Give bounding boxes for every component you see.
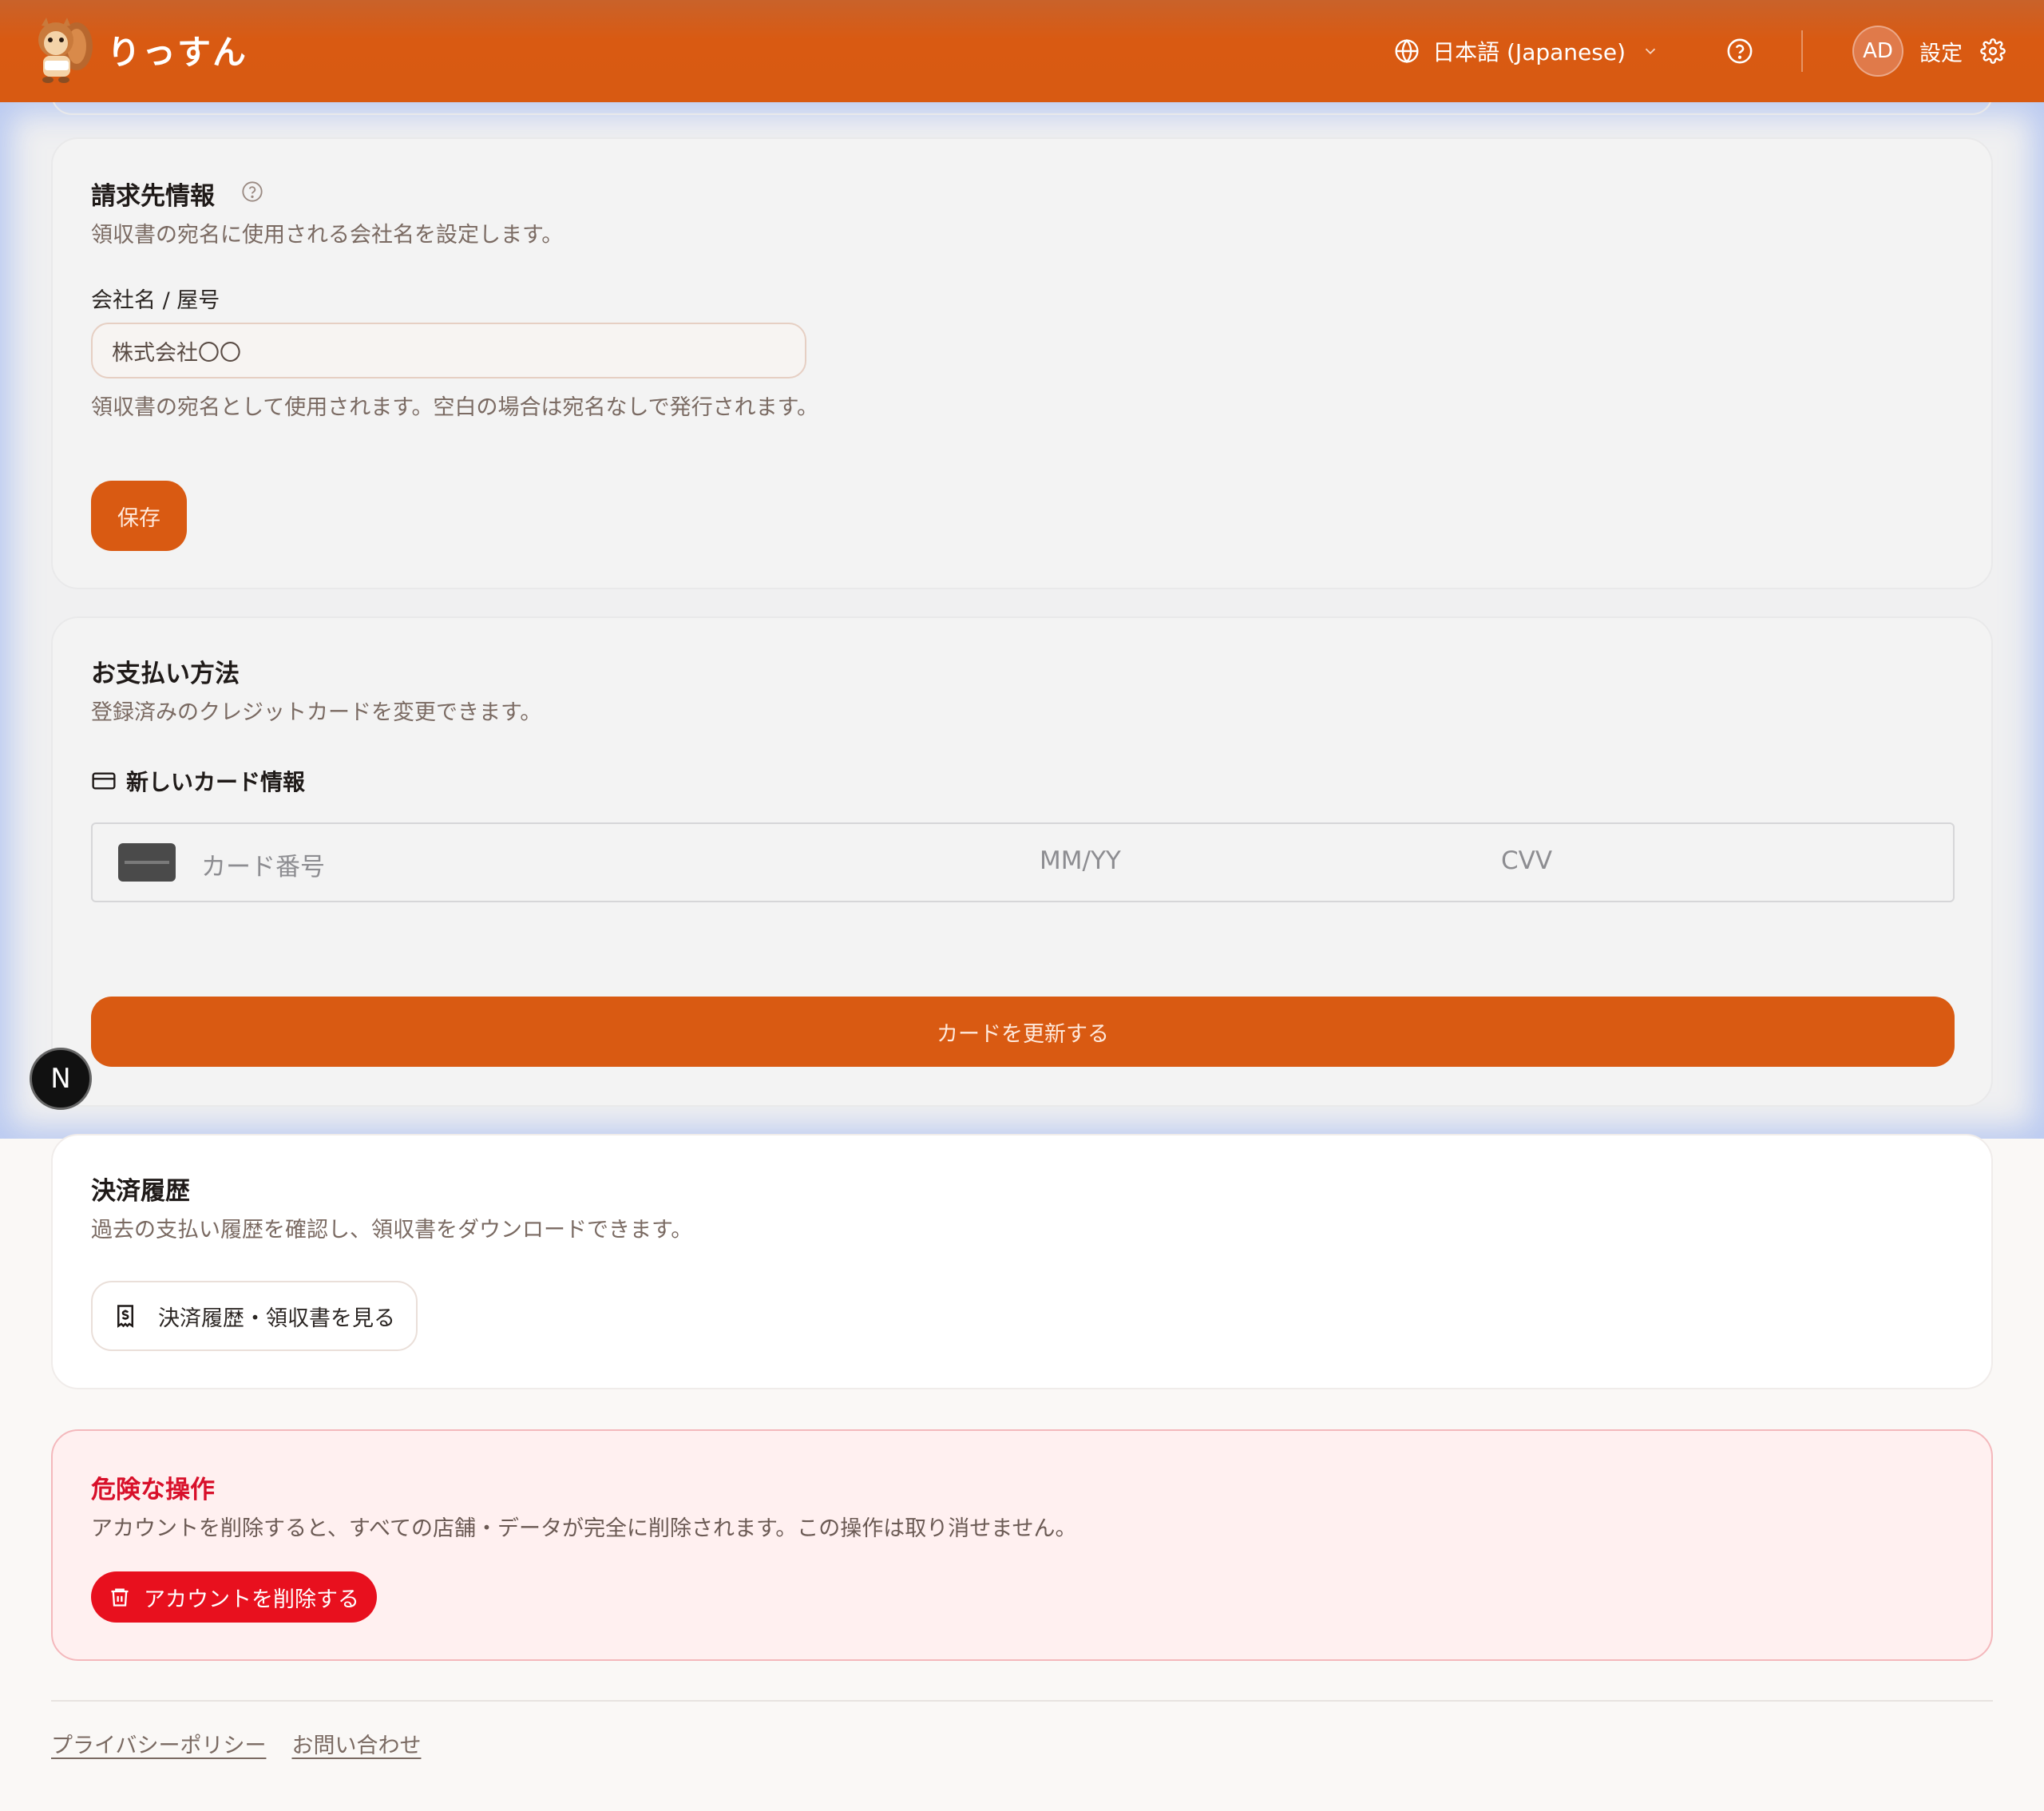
view-payment-history-button[interactable]: 決済履歴・領収書を見る (91, 1281, 418, 1351)
view-payment-history-label: 決済履歴・領収書を見る (158, 1306, 395, 1331)
squirrel-logo-icon (38, 18, 93, 83)
card-entry-field[interactable]: カード番号 MM/YY CVV (91, 822, 1955, 902)
company-name-label: 会社名 / 屋号 (91, 288, 220, 313)
billing-info-card: 請求先情報 領収書の宛名に使用される会社名を設定します。 会社名 / 屋号 領収… (51, 137, 1993, 589)
delete-account-label: アカウントを削除する (144, 1587, 359, 1612)
company-name-help: 領収書の宛名として使用されます。空白の場合は宛名なしで発行されます。 (91, 395, 818, 420)
gear-icon[interactable] (1980, 38, 2006, 64)
footer-divider (51, 1700, 1993, 1702)
header-divider (1801, 30, 1803, 72)
contact-link[interactable]: お問い合わせ (291, 1728, 421, 1759)
danger-zone-text: アカウントを削除すると、すべての店舗・データが完全に削除されます。この操作は取り… (91, 1516, 1077, 1541)
credit-card-icon (92, 772, 116, 790)
payment-history-title: 決済履歴 (91, 1177, 190, 1206)
avatar[interactable]: AD (1852, 26, 1903, 77)
payment-method-card: お支払い方法 登録済みのクレジットカードを変更できます。 新しいカード情報 カー… (51, 616, 1993, 1107)
payment-history-card: 決済履歴 過去の支払い履歴を確認し、領収書をダウンロードできます。 決済履歴・領… (51, 1134, 1993, 1389)
help-icon[interactable] (1726, 38, 1753, 65)
card-expiry-input[interactable]: MM/YY (1040, 846, 1121, 875)
billing-info-subtitle: 領収書の宛名に使用される会社名を設定します。 (91, 223, 564, 248)
chevron-down-icon (1645, 48, 1656, 55)
footer-links: プライバシーポリシー お問い合わせ (51, 1728, 446, 1759)
new-card-subhead: 新しいカード情報 (91, 765, 305, 797)
card-brand-icon (118, 843, 176, 882)
card-cvv-input[interactable]: CVV (1501, 846, 1552, 875)
receipt-icon (117, 1305, 133, 1328)
card-number-input[interactable]: カード番号 (201, 846, 325, 882)
danger-zone-title: 危険な操作 (91, 1476, 215, 1504)
payment-history-subtitle: 過去の支払い履歴を確認し、領収書をダウンロードできます。 (91, 1218, 693, 1242)
top-navbar: りっすん 日本語 (Japanese) AD 設定 (0, 0, 2044, 102)
dev-tools-badge[interactable]: N (30, 1048, 92, 1110)
globe-icon (1395, 38, 1419, 64)
language-selector[interactable]: 日本語 (Japanese) (1394, 35, 1672, 67)
privacy-policy-link[interactable]: プライバシーポリシー (51, 1728, 266, 1759)
settings-link[interactable]: 設定 (1919, 36, 1963, 67)
payment-method-subtitle: 登録済みのクレジットカードを変更できます。 (91, 700, 542, 725)
danger-zone-card: 危険な操作 アカウントを削除すると、すべての店舗・データが完全に削除されます。こ… (51, 1429, 1993, 1661)
payment-method-title: お支払い方法 (91, 660, 240, 688)
help-icon[interactable] (241, 180, 263, 203)
company-name-input[interactable] (91, 323, 806, 378)
new-card-subhead-label: 新しいカード情報 (126, 769, 306, 795)
brand-logo[interactable]: りっすん (30, 14, 248, 85)
language-label: 日本語 (Japanese) (1432, 39, 1626, 65)
update-card-button[interactable]: カードを更新する (91, 997, 1955, 1067)
save-button[interactable]: 保存 (91, 481, 187, 551)
trash-icon (111, 1588, 129, 1607)
brand-name: りっすん (107, 32, 248, 72)
delete-account-button[interactable]: アカウントを削除する (91, 1571, 377, 1623)
billing-info-title: 請求先情報 (91, 182, 215, 211)
